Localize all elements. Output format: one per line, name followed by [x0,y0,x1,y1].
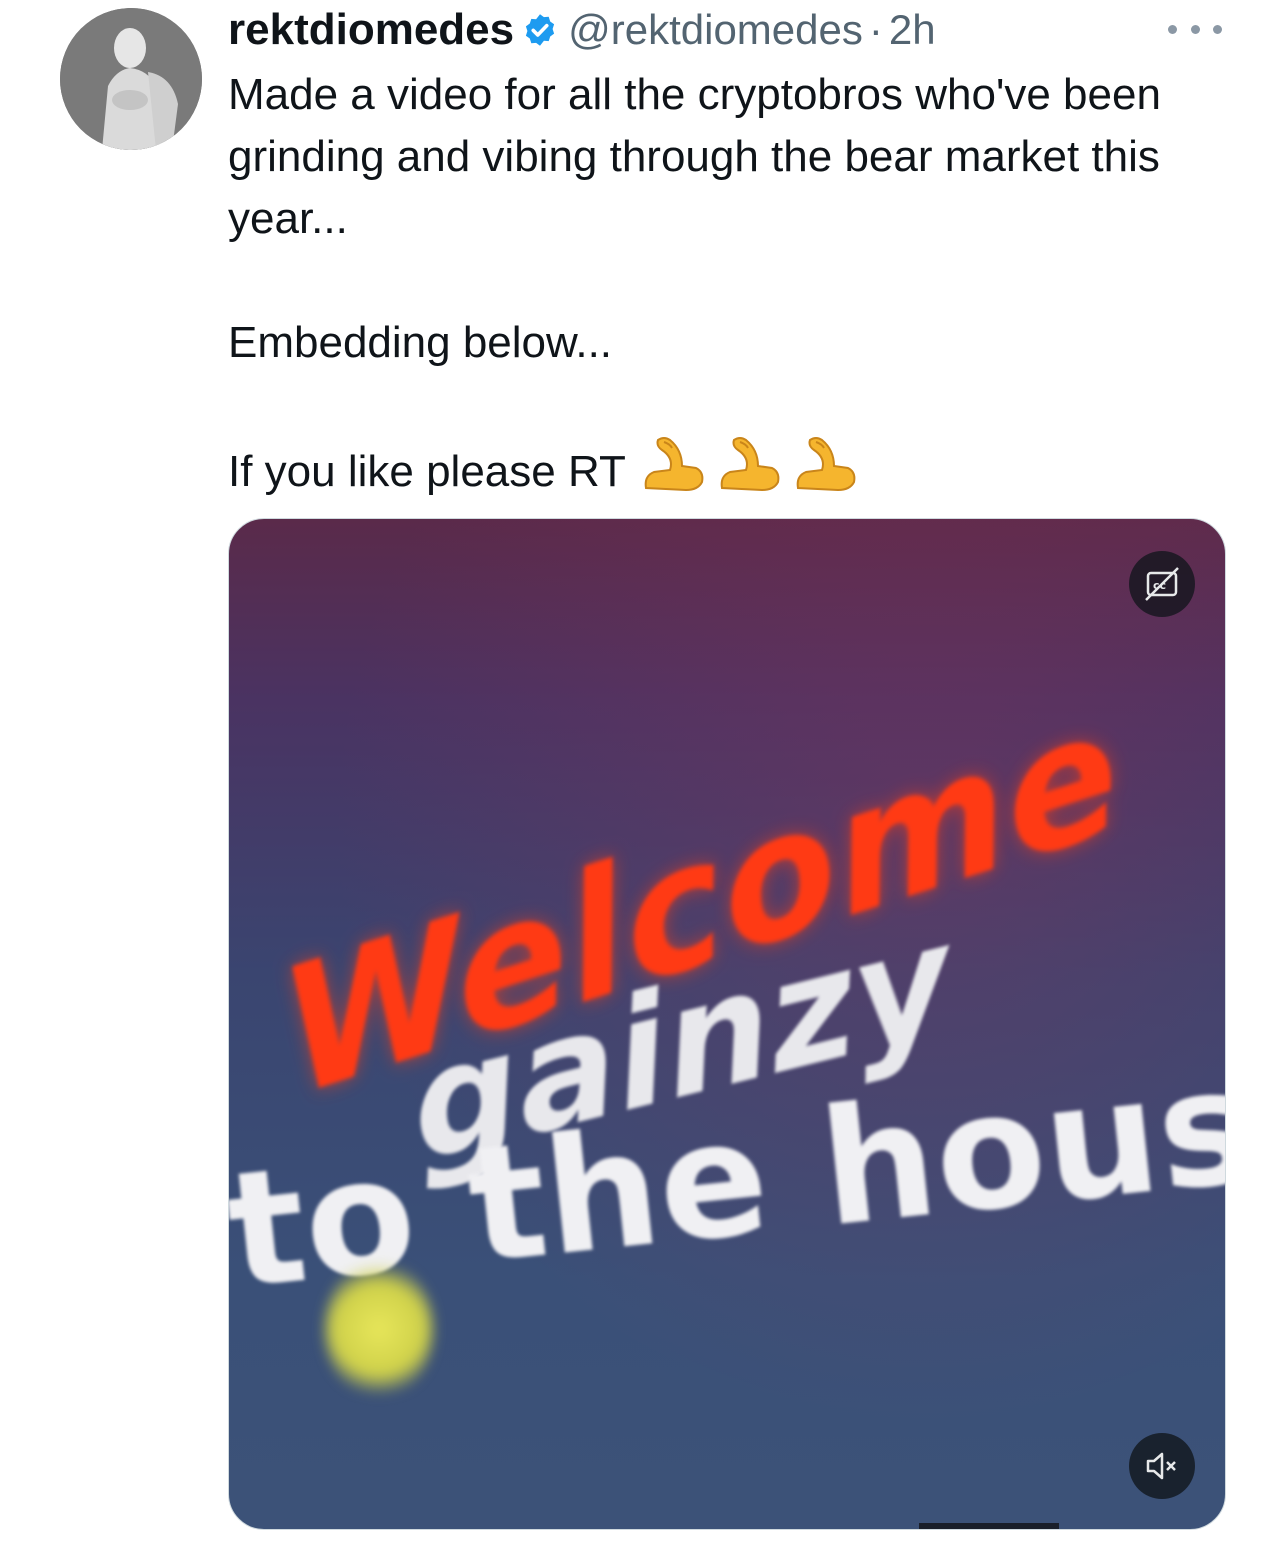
flexed-biceps-icon [720,437,780,492]
tweet-timestamp[interactable]: 2h [889,6,936,54]
speaker-muted-icon [1146,1452,1176,1480]
author-display-name[interactable]: rektdiomedes [228,5,514,55]
flexed-biceps-icon [796,437,856,492]
more-dot [1190,24,1200,34]
flexed-biceps-icon [644,437,704,492]
video-frame-bar [919,1523,1059,1529]
more-dot [1168,24,1177,34]
tweet-paragraph-2: Embedding below... [228,318,613,367]
tweet-paragraph-3: If you like please RT [228,436,1228,503]
tweet-header: rektdiomedes @rektdiomedes · 2h [228,2,936,58]
tweet-text: Made a video for all the cryptobros who'… [228,64,1228,503]
more-dot [1213,24,1222,34]
unmute-button[interactable] [1129,1433,1195,1499]
closed-captions-off-icon: cc [1145,567,1179,601]
tweet-paragraph-3-text: If you like please RT [228,447,626,496]
video-player[interactable]: Welcome gainzy to the house cc [228,518,1226,1530]
header-separator: · [868,6,883,53]
author-avatar[interactable] [60,8,202,150]
video-frame-light-blob [324,1259,434,1399]
author-handle[interactable]: @rektdiomedes [568,6,863,54]
captions-button[interactable]: cc [1129,551,1195,617]
more-options-icon[interactable] [1168,14,1222,44]
emoji-group [640,436,858,492]
statue-avatar-image [60,8,202,150]
verified-badge-icon [526,14,555,46]
tweet-paragraph-1: Made a video for all the cryptobros who'… [228,70,1161,243]
